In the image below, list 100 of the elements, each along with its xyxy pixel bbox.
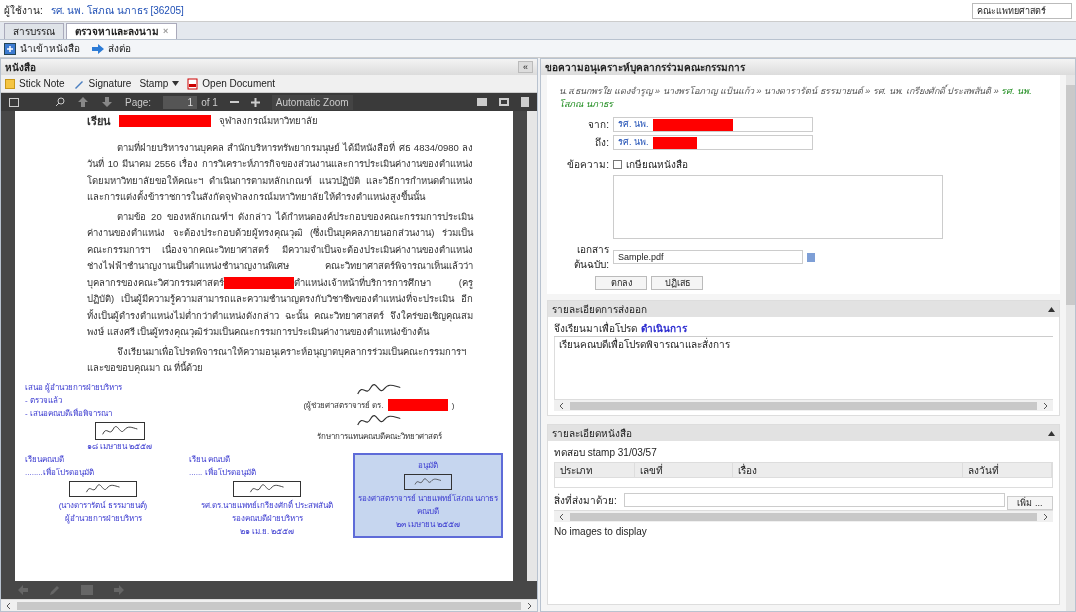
approval-line: รศ.ดร.นายแพทย์เกรียงศักดิ์ ประสพสันติ xyxy=(200,498,334,512)
scrollbar-thumb[interactable] xyxy=(17,601,521,610)
tool-button[interactable]: Stamp xyxy=(139,76,180,91)
panel-title: หนังสือ xyxy=(5,60,36,75)
approval-line: เรียน คณบดี xyxy=(189,453,232,466)
approval-line: อนุมัติ xyxy=(418,459,438,472)
field-label: ถึง: xyxy=(594,136,610,150)
sidebar-toggle-icon[interactable] xyxy=(9,97,19,107)
approval-line: (นางดารารัตน์ ธรรมายนต์) xyxy=(58,499,148,512)
page-count: of 1 xyxy=(201,95,218,110)
approval-line: เรียนคณบดี xyxy=(25,453,65,466)
message-field[interactable] xyxy=(613,175,943,239)
note-icon xyxy=(5,78,15,89)
empty-message: No images to display xyxy=(554,525,648,539)
salutation-text: จุฬาลงกรณ์มหาวิทยาลัย xyxy=(219,114,318,129)
field-label: เอกสารต้นฉบับ: xyxy=(573,243,610,272)
user-name: รศ. นพ. โสภณ นภาธร [36205] xyxy=(50,4,184,18)
note-line: - เสนอคณบดีเพื่อพิจารณา xyxy=(25,407,113,420)
recipient-title: รศ. นพ. xyxy=(618,117,649,131)
paragraph: ตามข้อ 20 ของหลักเกณฑ์ฯ ดังกล่าว ได้กำหนดองค์ประกอบของคณะกรรมการประเมินค่างานของตำแหน่ง จะต้องประกอบด้วยผู้ทรงคุณวุฒิ (ซึ่งเป็นบุคคลภายนอกส่วนงาน) ร่วมเป็นคณะกรรมการฯ เนื่องจากคณะวิทยาศาสตร์ มีความจำเป็นจะต้องประเมินค่างานของตำแหน่งช่างไฟฟ้าชำนาญงานเป็นตำแหน่งชำนาญงานพิเศษ คณะวิทยาศาสตร์พิจารณาเห็นแล้วว่าบุคลากรของคณะวิศวกรรมศาสตร์ ตำแหน่งเจ้าหน้าที่บริการการศึกษา (ครูปฏิบัติ) เป็นผู้มีความรู้ความสามารถและความชำนาญตรงกับวิชาชีพของตำแหน่งที่จะประเมิน อีกทั้งเป็นผู้ดำรงตำแหน่งไม่ต่ำกว่าตำแหน่งดังกล่าว ฉะนั้น คณะวิทยาศาสตร์ จึงใคร่ขอเชิญคุณสมพงษ์ แสงศรี เป็นผู้ทรงคุณวุฒิร่วมเป็นคณะกรรมการประเมินค่างานของตำแหน่งข้างต้น xyxy=(87,209,473,340)
tool-button[interactable]: Open Document xyxy=(187,76,276,91)
note-date: ๑๘ เมษายน ๒๕๕๗ xyxy=(87,440,154,453)
recipient-field[interactable]: รศ. นพ. xyxy=(613,117,813,132)
approval-line: คณบดี xyxy=(417,505,439,518)
tab[interactable]: ตรวจหาและลงนาม × xyxy=(66,23,178,39)
paragraph: ตามที่ฝ่ายบริหารงานบุคคล สำนักบริหารทรัพยากรมนุษย์ ได้มีหนังสือที่ ศธ 4834/0980 ลงวันที่ 10 มีนาคม 2556 เรื่อง การวิเคราะห์ภารกิจของส่วนงานและการประเมินค่างานของตำแหน่งโดยมหาวิทยาลัยขอให้คณะฯ ดำเนินการตามหลักเกณฑ์ แนวปฏิบัติ และวิธีการกำหนดตำแหน่งและการแต่งตั้งข้าราชการในสังกัดจุฬาลงกรณ์มหาวิทยาลัยให้ดำรงตำแหน่งสูงขึ้นนั้น xyxy=(87,140,473,205)
approval-line: ๒๓ เมษายน ๒๕๕๗ xyxy=(395,518,461,531)
tool-button[interactable]: Stick Note xyxy=(5,76,65,91)
toolbar-button[interactable]: นำเข้าหนังสือ xyxy=(4,41,80,56)
panel-title: ขอความอนุเคราะห์บุคลากรร่วมคณะกรรมการ xyxy=(545,60,745,75)
salutation: เรียน xyxy=(87,114,111,129)
approval-line: รองศาสตราจารย์ นายแพทย์โสภณ นภาธร xyxy=(357,492,499,505)
attachment-field[interactable]: Sample.pdf xyxy=(613,250,803,264)
zoom-select[interactable]: Automatic Zoom xyxy=(271,94,353,110)
page-field[interactable]: 1 xyxy=(163,95,198,109)
arrow-right-icon xyxy=(92,43,104,54)
chevron-right-icon[interactable] xyxy=(1041,401,1049,410)
action-link[interactable]: ดำเนินการ xyxy=(641,321,687,336)
chevron-left-icon[interactable] xyxy=(5,601,13,610)
collapse-icon[interactable] xyxy=(1048,430,1055,436)
user-label: ผู้ใช้งาน: xyxy=(4,4,43,18)
redaction-block xyxy=(652,136,697,149)
section-title: รายละเอียดหนังสือ xyxy=(552,426,632,441)
column-header: เลขที่ xyxy=(635,462,733,478)
column-header: ลงวันที่ xyxy=(963,462,1052,478)
recipient-title: รศ. นพ. xyxy=(618,135,649,149)
faculty-field[interactable]: คณะแพทยศาสตร์ xyxy=(972,2,1072,19)
signer-role: รักษาการแทนคณบดีคณะวิทยาศาสตร์ xyxy=(316,430,442,443)
note-line: - ตรวจแล้ว xyxy=(25,394,63,407)
chevron-right-icon[interactable] xyxy=(1041,512,1049,521)
checkbox[interactable] xyxy=(613,160,622,169)
approval-path: น.ส.ธนกพรใย แดงจำรูญ » นางพรโอภาญ แป้นแก้ว » นางดารารัตน์ ธรรมายนต์ » รศ. นพ. เกรียงศักดิ์ ประสพสันติ » รศ. นพ. โสภณ นภาธร xyxy=(559,85,1033,111)
collapse-button[interactable]: « xyxy=(518,61,533,73)
vertical-scrollbar[interactable] xyxy=(527,111,537,581)
search-icon[interactable] xyxy=(55,97,65,107)
approval-line: ...... เพื่อโปรดอนุมัติ xyxy=(189,466,257,479)
up-arrow-icon[interactable] xyxy=(77,96,89,108)
tab[interactable]: สารบรรณ xyxy=(4,23,64,39)
vertical-scrollbar[interactable] xyxy=(1066,75,1075,611)
redaction-block xyxy=(387,399,448,411)
field-label: จาก: xyxy=(587,118,610,132)
field-label: สิ่งที่ส่งมาด้วย: xyxy=(554,492,618,508)
export-intro: จึงเรียนมาเพื่อโปรด xyxy=(554,321,637,336)
add-button[interactable]: เพิ่ม ... xyxy=(1007,496,1053,510)
action-button[interactable]: ปฏิเสธ xyxy=(651,276,703,290)
chevron-left-icon[interactable] xyxy=(558,512,566,521)
file-icon[interactable] xyxy=(807,252,815,262)
page-label: Page: xyxy=(125,95,152,110)
column-header: ประเภท xyxy=(555,462,635,478)
approval-line: ๒๑ เม.ย. ๒๕๕๗ xyxy=(239,525,295,538)
tool-button[interactable]: Signature xyxy=(72,76,132,91)
checkbox-label: เกษียณหนังสือ xyxy=(626,158,688,172)
collapse-icon[interactable] xyxy=(1048,306,1055,312)
note-line: เสนอ ผู้อำนวยการฝ่ายบริหาร xyxy=(25,381,124,394)
horizontal-scrollbar[interactable] xyxy=(554,510,1053,522)
section-title: รายละเอียดการส่งออก xyxy=(552,302,647,317)
column-header: เรื่อง xyxy=(733,462,963,478)
chevron-right-icon[interactable] xyxy=(525,601,533,610)
enclosure-field[interactable] xyxy=(624,493,1005,507)
approval-line: รองคณบดีฝ่ายบริหาร xyxy=(231,512,303,525)
horizontal-scrollbar[interactable] xyxy=(1,599,537,611)
recipient-field[interactable]: รศ. นพ. xyxy=(613,135,813,150)
caret-icon[interactable] xyxy=(172,81,180,86)
field-label: ข้อความ: xyxy=(566,158,610,172)
print-icon[interactable] xyxy=(499,98,509,106)
approval-line: ........เพื่อโปรดอนุมัติ xyxy=(25,466,95,479)
pdf-icon xyxy=(187,77,199,90)
approval-line: ผู้อำนวยการฝ่ายบริหาร xyxy=(64,512,142,525)
zoom-in-icon[interactable] xyxy=(250,97,260,107)
down-arrow-icon[interactable] xyxy=(101,96,113,108)
document-subject: ทดสอบ stamp 31/03/57 xyxy=(554,447,657,458)
action-button[interactable]: ตกลง xyxy=(595,276,647,290)
signer-name: (ผู้ช่วยศาสตราจารย์ ดร. xyxy=(303,399,384,412)
scrollbar-thumb[interactable] xyxy=(570,401,1037,410)
chevron-left-icon[interactable] xyxy=(558,401,566,410)
toolbar-button[interactable]: ส่งต่อ xyxy=(92,41,131,56)
scrollbar-thumb[interactable] xyxy=(570,512,1037,521)
signer-paren: ) xyxy=(451,399,455,412)
horizontal-scrollbar[interactable] xyxy=(554,399,1053,411)
paragraph: จึงเรียนมาเพื่อโปรดพิจารณาให้ความอนุเคราะห์อนุญาตบุคลากรร่วมเป็นคณะกรรมการฯ และขอขอบคุณมา ณ ที่นี้ด้วย xyxy=(87,344,467,376)
